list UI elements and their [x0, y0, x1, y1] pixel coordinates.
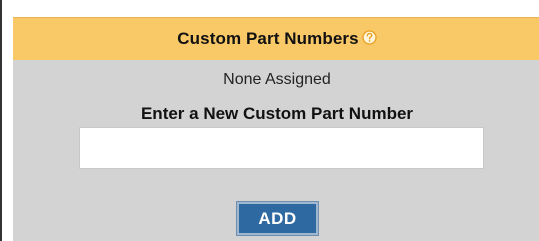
assignment-status-text: None Assigned — [223, 71, 331, 88]
panel-title: Custom Part Numbers — [177, 29, 359, 48]
custom-part-numbers-panel: Custom Part Numbers None Assigned Enter … — [0, 0, 539, 241]
question-circle-icon[interactable] — [362, 30, 377, 45]
custom-part-number-input[interactable] — [79, 127, 484, 169]
new-part-number-label: Enter a New Custom Part Number — [140, 104, 414, 123]
panel-body: None Assigned Enter a New Custom Part Nu… — [13, 60, 539, 241]
add-button[interactable]: ADD — [236, 201, 319, 236]
panel-header: Custom Part Numbers — [13, 17, 539, 60]
